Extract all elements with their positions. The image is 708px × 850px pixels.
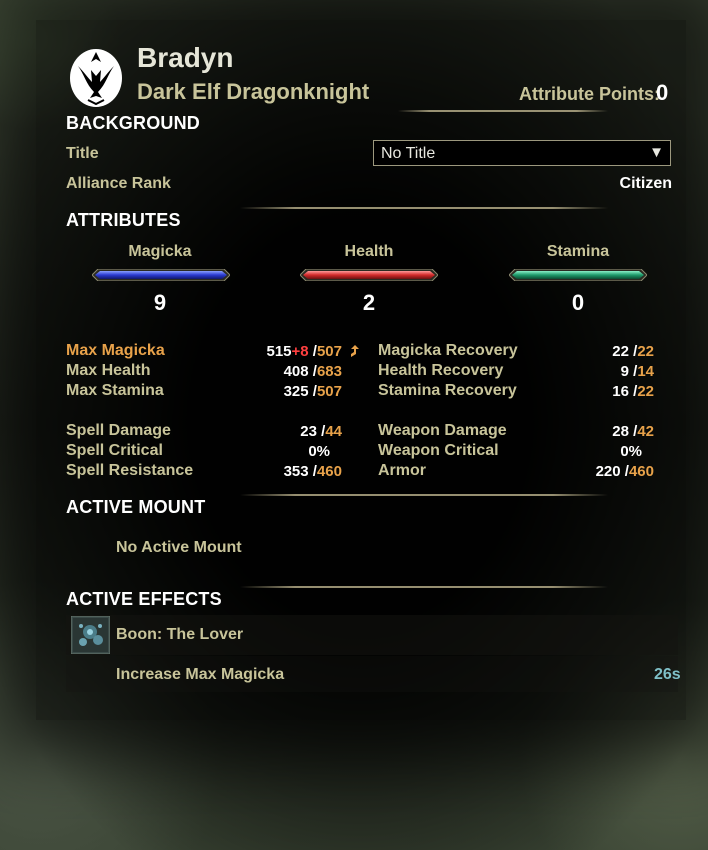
- stat-stamina-recovery-value: 16 /22: [560, 383, 654, 400]
- race-class: Dark Elf Dragonknight: [137, 79, 370, 104]
- attribute-stamina-value: 0: [571, 290, 585, 315]
- stat-max: 460: [628, 463, 654, 480]
- stat-magicka-recovery-value: 22 /22: [560, 343, 654, 360]
- magicka-bar[interactable]: [92, 269, 230, 281]
- stat-current: 220: [595, 463, 621, 480]
- stat-armor-value: 220 /460: [560, 463, 654, 480]
- effect-description: Increase Max Magicka: [116, 666, 285, 683]
- stat-max-stamina-value: 325 /507: [240, 383, 342, 400]
- stat-current: 408: [283, 363, 309, 380]
- background-divider: [240, 207, 608, 209]
- attribute-stamina-label: Stamina: [546, 243, 610, 260]
- stat-bonus: +8: [291, 343, 309, 360]
- section-active-mount: ACTIVE MOUNT: [66, 497, 206, 517]
- stat-max-health-label: Max Health: [66, 362, 151, 379]
- stat-max-health-value: 408 /683: [240, 363, 342, 380]
- stat-current: 325: [283, 383, 309, 400]
- stat-weapon-critical-value: 0%: [620, 443, 642, 460]
- stat-max: 42: [637, 423, 654, 440]
- boon-lover-icon[interactable]: [71, 616, 110, 654]
- section-background: BACKGROUND: [66, 113, 200, 133]
- stat-spell-damage-value: 23 /44: [240, 423, 342, 440]
- dropdown-arrow-icon[interactable]: ▼: [649, 144, 664, 161]
- stat-weapon-damage-value: 28 /42: [560, 423, 654, 440]
- dragon-emblem-icon: [70, 49, 122, 107]
- stat-health-recovery-value: 9 /14: [560, 363, 654, 380]
- mount-status: No Active Mount: [116, 539, 242, 556]
- alliance-rank-value: Citizen: [619, 175, 672, 192]
- health-bar[interactable]: [300, 269, 438, 281]
- stat-current: 23: [300, 423, 317, 440]
- stat-max: 22: [637, 343, 654, 360]
- boon-name: Boon: The Lover: [116, 626, 244, 643]
- stat-current: 9: [620, 363, 629, 380]
- stat-max: 507: [316, 383, 342, 400]
- attributes-divider: [240, 494, 608, 496]
- stat-armor-label: Armor: [378, 462, 427, 479]
- stat-max: 683: [316, 363, 342, 380]
- attribute-health-value: 2: [362, 290, 376, 315]
- stat-max-magicka-label: Max Magicka: [66, 342, 165, 359]
- stat-spell-damage-label: Spell Damage: [66, 422, 171, 439]
- attribute-magicka-value: 9: [153, 290, 167, 315]
- stat-max: 14: [637, 363, 654, 380]
- header-divider: [398, 110, 608, 112]
- stat-health-recovery-label: Health Recovery: [378, 362, 504, 379]
- attribute-magicka-label: Magicka: [128, 243, 192, 260]
- effect-timer: 26s: [654, 666, 681, 683]
- stat-max: 22: [637, 383, 654, 400]
- stat-stamina-recovery-label: Stamina Recovery: [378, 382, 517, 399]
- stat-spell-critical-value: 0%: [308, 443, 330, 460]
- stat-max: 460: [316, 463, 342, 480]
- stat-spell-resistance-value: 353 /460: [240, 463, 342, 480]
- stat-max: 44: [325, 423, 342, 440]
- section-active-effects: ACTIVE EFFECTS: [66, 589, 222, 609]
- title-dropdown-value: No Title: [381, 145, 436, 162]
- attribute-points-value: 0: [656, 80, 669, 105]
- stat-max-stamina-label: Max Stamina: [66, 382, 164, 399]
- attribute-points-label: Attribute Points:: [519, 84, 660, 104]
- stat-current: 16: [612, 383, 629, 400]
- stat-magicka-recovery-label: Magicka Recovery: [378, 342, 518, 359]
- stat-max-magicka-value: 515+8 /507: [240, 343, 342, 360]
- alliance-rank-label: Alliance Rank: [66, 175, 171, 192]
- stat-weapon-damage-label: Weapon Damage: [378, 422, 507, 439]
- stat-current: 22: [612, 343, 629, 360]
- stat-max: 507: [316, 343, 342, 360]
- stat-current: 515: [266, 343, 292, 360]
- character-name: Bradyn: [137, 42, 234, 73]
- attribute-health-label: Health: [344, 243, 394, 260]
- section-attributes: ATTRIBUTES: [66, 210, 181, 230]
- stat-current: 353: [283, 463, 309, 480]
- mount-divider: [240, 586, 608, 588]
- stamina-bar[interactable]: [509, 269, 647, 281]
- upgrade-arrow-icon: [351, 345, 359, 357]
- title-dropdown[interactable]: No Title ▼: [373, 140, 671, 166]
- stat-spell-resistance-label: Spell Resistance: [66, 462, 194, 479]
- stat-weapon-critical-label: Weapon Critical: [378, 442, 499, 459]
- title-label: Title: [66, 145, 99, 162]
- stat-spell-critical-label: Spell Critical: [66, 442, 163, 459]
- stat-current: 28: [612, 423, 629, 440]
